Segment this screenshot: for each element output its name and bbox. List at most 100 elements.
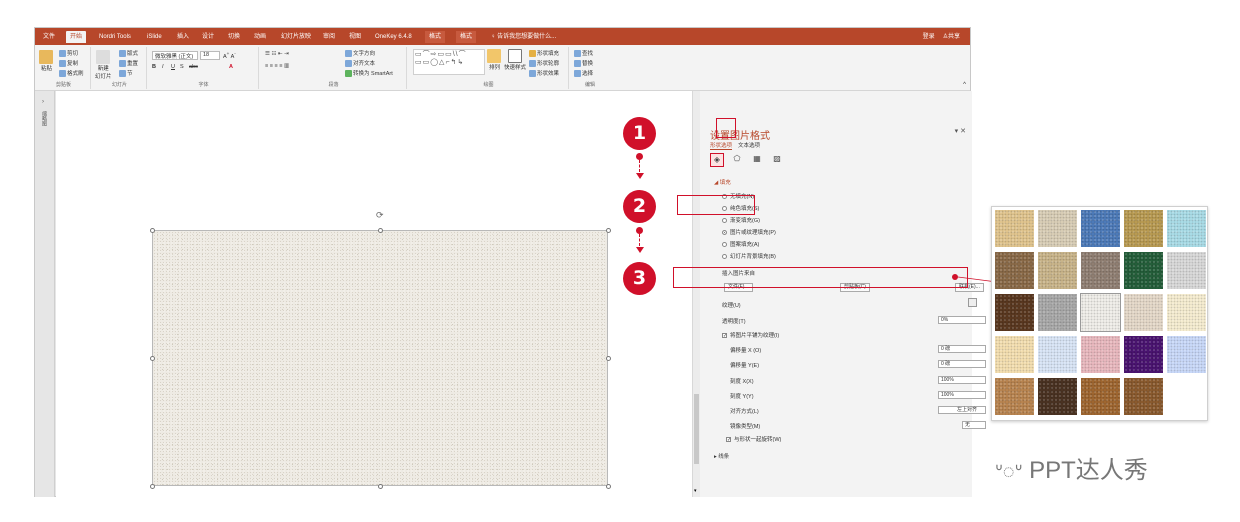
font-color-icon[interactable]: A bbox=[229, 64, 233, 70]
collapse-ribbon-icon[interactable]: ^ bbox=[963, 82, 966, 88]
quick-styles-button[interactable]: 快速样式 bbox=[504, 49, 526, 71]
signin-link[interactable]: 登录 bbox=[923, 31, 935, 40]
option-pattern-fill[interactable]: 图案填充(A) bbox=[722, 240, 759, 248]
texture-swatch[interactable] bbox=[1124, 336, 1163, 373]
text-direction-button[interactable]: 文字方向 bbox=[345, 49, 375, 58]
shadow-button[interactable]: S bbox=[180, 64, 184, 70]
grow-font-icon[interactable]: A+ A- bbox=[223, 51, 236, 60]
texture-swatch[interactable] bbox=[1038, 294, 1077, 331]
option-slide-bg-fill[interactable]: 幻灯片背景填充(B) bbox=[722, 252, 776, 260]
fill-line-icon[interactable]: ◈ bbox=[710, 153, 724, 167]
tab-design[interactable]: 设计 bbox=[198, 31, 218, 43]
scrollbar-thumb[interactable] bbox=[694, 394, 699, 464]
resize-handle[interactable] bbox=[606, 356, 611, 361]
expand-chevron-icon[interactable]: › bbox=[42, 99, 44, 105]
vertical-scrollbar[interactable]: ▾ bbox=[692, 91, 700, 497]
italic-button[interactable]: I bbox=[162, 64, 164, 70]
shapes-gallery[interactable]: ▭⌒⇨▭▭\\⌒ ▭▭◯△⌐↰↳ bbox=[413, 49, 485, 75]
copy-button[interactable]: 复制 bbox=[59, 59, 78, 68]
texture-swatch[interactable] bbox=[995, 294, 1034, 331]
tab-onekey[interactable]: OneKey 6.4.8 bbox=[371, 31, 416, 43]
tab-islide[interactable]: iSlide bbox=[143, 31, 166, 43]
slide-canvas[interactable]: ⟳ bbox=[56, 91, 692, 497]
cut-button[interactable]: 剪切 bbox=[59, 49, 78, 58]
tab-review[interactable]: 审阅 bbox=[319, 31, 339, 43]
texture-swatch[interactable] bbox=[1167, 210, 1206, 247]
texture-swatch[interactable] bbox=[1167, 294, 1206, 331]
tab-shape-options[interactable]: 形状选项 bbox=[710, 141, 733, 150]
align-text-button[interactable]: 对齐文本 bbox=[345, 59, 375, 68]
tab-view[interactable]: 视图 bbox=[345, 31, 365, 43]
tab-nordri-tools[interactable]: Nordri Tools bbox=[95, 31, 135, 43]
texture-swatch[interactable] bbox=[1124, 378, 1163, 415]
underline-button[interactable]: U bbox=[171, 64, 175, 70]
paste-button[interactable]: 粘贴 bbox=[39, 50, 54, 72]
tab-home[interactable]: 开始 bbox=[66, 31, 87, 43]
scroll-down-icon[interactable]: ▾ bbox=[694, 488, 697, 494]
rotate-handle-icon[interactable]: ⟳ bbox=[376, 210, 386, 220]
thumbnail-pane-collapsed[interactable]: › 缩略图 bbox=[35, 91, 55, 497]
size-properties-icon[interactable]: ▦ bbox=[750, 153, 764, 167]
texture-swatch[interactable] bbox=[1038, 378, 1077, 415]
scale-x-input[interactable]: 100% bbox=[938, 376, 986, 384]
texture-swatch[interactable] bbox=[1124, 252, 1163, 289]
reset-button[interactable]: 重置 bbox=[119, 59, 138, 68]
find-button[interactable]: 查找 bbox=[574, 49, 593, 58]
select-button[interactable]: 选择 bbox=[574, 69, 593, 78]
tile-checkbox[interactable]: ✓ 将图片平铺为纹理(I) bbox=[722, 331, 779, 339]
share-button[interactable]: ♙共享 bbox=[943, 31, 960, 40]
format-painter-button[interactable]: 格式刷 bbox=[59, 69, 84, 78]
tab-transitions[interactable]: 切换 bbox=[224, 31, 244, 43]
resize-handle[interactable] bbox=[150, 356, 155, 361]
option-picture-texture-fill[interactable]: 图片或纹理填充(P) bbox=[722, 228, 776, 236]
shape-effects-button[interactable]: 形状效果 bbox=[529, 69, 559, 78]
new-slide-button[interactable]: 新建 幻灯片 bbox=[95, 50, 112, 80]
align-icons[interactable]: ≡ ≡ ≡ ≡ ▥ bbox=[265, 63, 289, 69]
texture-swatch[interactable] bbox=[995, 210, 1034, 247]
rotate-with-shape-checkbox[interactable]: ✓ 与形状一起旋转(W) bbox=[726, 435, 781, 443]
pane-close-icon[interactable]: ▾ ✕ bbox=[955, 127, 966, 135]
tab-animations[interactable]: 动画 bbox=[250, 31, 270, 43]
scale-y-input[interactable]: 100% bbox=[938, 391, 986, 399]
shape-fill-button[interactable]: 形状填充 bbox=[529, 49, 559, 58]
smartart-button[interactable]: 转换为 SmartArt bbox=[345, 69, 393, 78]
resize-handle[interactable] bbox=[606, 484, 611, 489]
texture-swatch[interactable] bbox=[1081, 378, 1120, 415]
line-section-header[interactable]: ▸ 线条 bbox=[714, 452, 729, 460]
texture-swatch[interactable] bbox=[1038, 252, 1077, 289]
offset-y-input[interactable]: 0 磅 bbox=[938, 360, 986, 368]
shape-outline-button[interactable]: 形状轮廓 bbox=[529, 59, 559, 68]
tab-slideshow[interactable]: 幻灯片放映 bbox=[277, 31, 315, 43]
section-button[interactable]: 节 bbox=[119, 69, 133, 78]
transparency-input[interactable]: 0% bbox=[938, 316, 986, 324]
texture-swatch[interactable] bbox=[1081, 336, 1120, 373]
font-size-select[interactable]: 18 bbox=[200, 51, 220, 60]
texture-swatch[interactable] bbox=[1080, 293, 1121, 332]
resize-handle[interactable] bbox=[606, 228, 611, 233]
texture-swatch[interactable] bbox=[1167, 336, 1206, 373]
tab-format-1[interactable]: 格式 bbox=[425, 31, 446, 43]
font-name-select[interactable]: 微软雅黑 (正文) bbox=[152, 51, 198, 60]
strikethrough-button[interactable]: abc bbox=[189, 64, 198, 70]
effects-pentagon-icon[interactable]: ⬠ bbox=[730, 153, 744, 167]
arrange-button[interactable]: 排列 bbox=[487, 49, 502, 71]
tab-file[interactable]: 文件 bbox=[39, 31, 59, 43]
tab-insert[interactable]: 插入 bbox=[173, 31, 193, 43]
picture-icon[interactable]: ▨ bbox=[770, 153, 784, 167]
layout-button[interactable]: 版式 bbox=[119, 49, 138, 58]
texture-swatch[interactable] bbox=[1124, 294, 1163, 331]
resize-handle[interactable] bbox=[378, 484, 383, 489]
alignment-select[interactable]: 左上对齐 bbox=[938, 406, 986, 414]
textured-shape[interactable] bbox=[152, 230, 608, 486]
texture-swatch[interactable] bbox=[1124, 210, 1163, 247]
resize-handle[interactable] bbox=[150, 484, 155, 489]
texture-swatch[interactable] bbox=[995, 336, 1034, 373]
tell-me-box[interactable]: ♀ 告诉我您想要做什么... bbox=[487, 31, 560, 43]
tab-text-options[interactable]: 文本选项 bbox=[738, 141, 760, 150]
tab-format-2[interactable]: 格式 bbox=[456, 31, 477, 43]
bullets-icon[interactable]: ☰ ☷ ⇤ ⇥ bbox=[265, 51, 289, 57]
texture-swatch[interactable] bbox=[995, 378, 1034, 415]
texture-swatch[interactable] bbox=[1081, 252, 1120, 289]
mirror-type-select[interactable]: 无 bbox=[962, 421, 986, 429]
texture-swatch[interactable] bbox=[1167, 252, 1206, 289]
